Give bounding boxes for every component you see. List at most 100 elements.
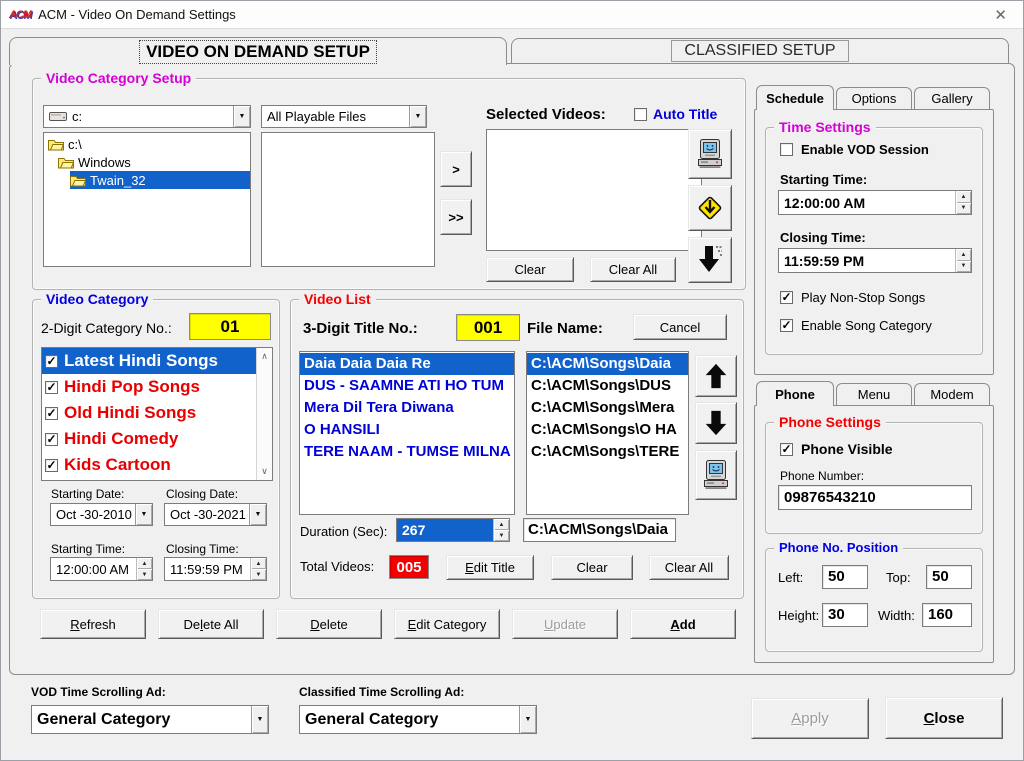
delete-button[interactable]: Delete [276,609,382,639]
checkbox[interactable]: ✓ [45,381,58,394]
tab-options[interactable]: Options [836,87,912,109]
dropdown-arrow-icon[interactable]: ▼ [233,106,250,127]
phone-number-field[interactable]: 09876543210 [778,485,972,510]
checkbox[interactable] [634,108,647,121]
tab-classified-setup[interactable]: CLASSIFIED SETUP [511,38,1009,63]
scroll-up-icon[interactable]: ∧ [261,351,268,362]
category-item[interactable]: ✓ Hindi Comedy [42,426,256,452]
file-paths-list[interactable]: C:\ACM\Songs\Daia C:\ACM\Songs\DUS C:\AC… [526,351,689,515]
file-list[interactable] [261,132,435,267]
duration-spinner[interactable]: 267 ▲▼ [396,518,510,542]
auto-title-checkbox[interactable]: Auto Title [634,106,717,122]
add-selected-button[interactable] [688,185,732,231]
spinner-up-icon[interactable]: ▲ [955,249,971,261]
vod-ad-combobox[interactable]: General Category ▼ [31,705,269,734]
scroll-down-icon[interactable]: ∨ [261,466,268,477]
clear-all-videos-button[interactable]: Clear All [649,555,729,580]
vod-starting-time-spinner[interactable]: 12:00:00 AM ▲▼ [778,190,972,215]
file-path-row[interactable]: C:\ACM\Songs\Mera [527,397,688,419]
spinner-up-icon[interactable]: ▲ [250,558,266,569]
category-item[interactable]: ✓ Latest Hindi Songs [42,348,256,374]
video-title-row[interactable]: Daia Daia Daia Re [300,353,514,375]
vod-closing-time-spinner[interactable]: 11:59:59 PM ▲▼ [778,248,972,273]
checkbox[interactable]: ✓ [780,319,793,332]
add-button[interactable]: Add [630,609,736,639]
spinner-down-icon[interactable]: ▼ [493,530,509,541]
dropdown-arrow-icon[interactable]: ▼ [409,106,426,127]
phone-visible-checkbox[interactable]: ✓ Phone Visible [780,441,893,457]
file-path-row[interactable]: C:\ACM\Songs\O HA [527,419,688,441]
file-path-row[interactable]: C:\ACM\Songs\TERE [527,441,688,463]
spinner-up-icon[interactable]: ▲ [136,558,152,569]
closing-date-combobox[interactable]: Oct -30-2021 ▼ [164,503,267,526]
move-down-button[interactable] [695,402,737,444]
checkbox[interactable]: ✓ [45,407,58,420]
clear-all-selected-button[interactable]: Clear All [590,257,676,282]
checkbox[interactable]: ✓ [45,459,58,472]
close-button[interactable]: Close [885,697,1003,739]
dropdown-arrow-icon[interactable]: ▼ [249,504,266,525]
left-field[interactable]: 50 [822,565,868,589]
category-checklist[interactable]: ✓ Latest Hindi Songs ✓ Hindi Pop Songs ✓… [41,347,273,481]
folder-row[interactable]: Windows [44,153,250,171]
clear-selected-button[interactable]: Clear [486,257,574,282]
spinner-up-icon[interactable]: ▲ [955,191,971,203]
category-item[interactable]: ✓ Hindi Pop Songs [42,374,256,400]
checkbox[interactable] [780,143,793,156]
song-category-checkbox[interactable]: ✓ Enable Song Category [780,318,932,333]
drive-combobox[interactable]: c: ▼ [43,105,251,128]
play-video-button[interactable] [695,450,737,500]
video-title-row[interactable]: TERE NAAM - TUMSE MILNA [300,441,514,463]
cancel-button[interactable]: Cancel [633,314,727,340]
video-title-row[interactable]: Mera Dil Tera Diwana [300,397,514,419]
close-icon[interactable]: ✕ [986,6,1015,24]
preview-video-button[interactable] [688,129,732,179]
closing-time-spinner[interactable]: 11:59:59 PM ▲▼ [164,557,267,581]
tab-gallery[interactable]: Gallery [914,87,990,109]
edit-title-button[interactable]: Edit Title [446,555,534,580]
tab-vod-setup[interactable]: VIDEO ON DEMAND SETUP [9,37,507,65]
top-field[interactable]: 50 [926,565,972,589]
move-up-button[interactable] [695,355,737,397]
file-filter-combobox[interactable]: All Playable Files ▼ [261,105,427,128]
clear-video-button[interactable]: Clear [551,555,633,580]
starting-time-spinner[interactable]: 12:00:00 AM ▲▼ [50,557,153,581]
folder-row-selected[interactable]: Twain_32 [44,171,250,189]
enable-vod-checkbox[interactable]: Enable VOD Session [780,142,929,157]
tab-modem[interactable]: Modem [914,383,990,405]
file-path-row[interactable]: C:\ACM\Songs\Daia [527,353,688,375]
spinner-down-icon[interactable]: ▼ [955,203,971,215]
dropdown-arrow-icon[interactable]: ▼ [251,706,268,733]
tab-menu[interactable]: Menu [836,383,912,405]
checkbox[interactable]: ✓ [45,433,58,446]
video-title-row[interactable]: DUS - SAAMNE ATI HO TUM [300,375,514,397]
current-path-field[interactable]: C:\ACM\Songs\Daia [523,518,676,542]
checkbox[interactable]: ✓ [780,443,793,456]
folder-list[interactable]: c:\ Windows Twain_32 [43,132,251,267]
file-path-row[interactable]: C:\ACM\Songs\DUS [527,375,688,397]
refresh-button[interactable]: Refresh [40,609,146,639]
category-item[interactable]: ✓ Kids Cartoon [42,452,256,478]
move-all-button[interactable]: >> [440,199,472,235]
spinner-down-icon[interactable]: ▼ [136,569,152,580]
dropdown-arrow-icon[interactable]: ▼ [519,706,536,733]
video-title-row[interactable]: O HANSILI [300,419,514,441]
category-scrollbar[interactable]: ∧ ∨ [256,348,272,480]
folder-row[interactable]: c:\ [44,135,250,153]
dropdown-arrow-icon[interactable]: ▼ [135,504,152,525]
spinner-down-icon[interactable]: ▼ [250,569,266,580]
checkbox[interactable]: ✓ [45,355,58,368]
move-one-button[interactable]: > [440,151,472,187]
delete-all-button[interactable]: Delete All [158,609,264,639]
spinner-up-icon[interactable]: ▲ [493,519,509,530]
tab-schedule[interactable]: Schedule [756,85,834,110]
category-item[interactable]: ✓ Old Hindi Songs [42,400,256,426]
checkbox[interactable]: ✓ [780,291,793,304]
download-all-button[interactable] [688,237,732,283]
height-field[interactable]: 30 [822,603,868,627]
width-field[interactable]: 160 [922,603,972,627]
selected-videos-list[interactable] [486,129,702,251]
tab-phone[interactable]: Phone [756,381,834,406]
spinner-down-icon[interactable]: ▼ [955,261,971,273]
classified-ad-combobox[interactable]: General Category ▼ [299,705,537,734]
